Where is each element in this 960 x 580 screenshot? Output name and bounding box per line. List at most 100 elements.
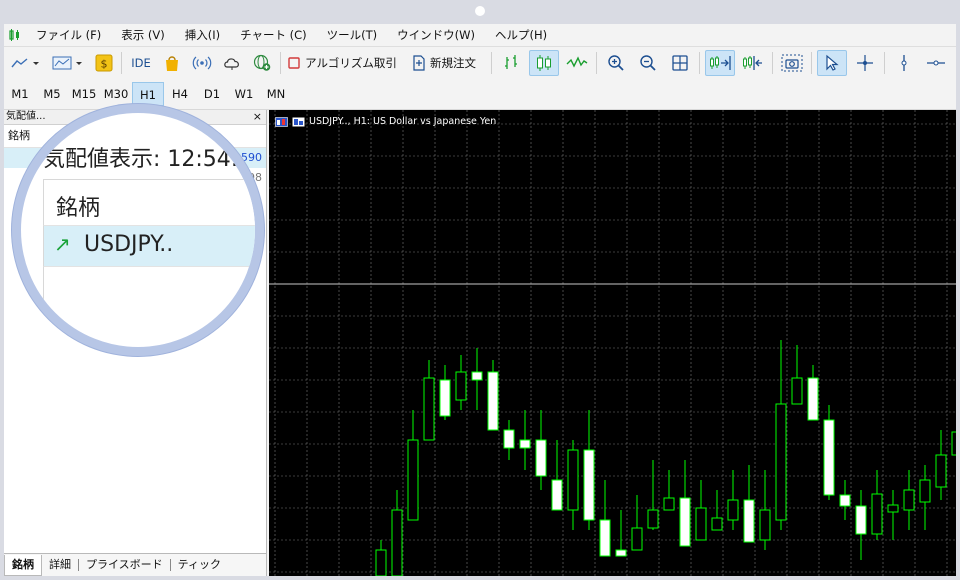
bearish-candle	[471, 371, 483, 381]
line-chart-button[interactable]	[563, 51, 591, 75]
bullish-candle	[391, 509, 403, 576]
bullish-candle	[775, 403, 787, 521]
crosshair-button[interactable]	[851, 51, 879, 75]
vertical-line-button[interactable]	[890, 51, 918, 75]
market-button[interactable]: $	[92, 51, 116, 75]
menu-insert[interactable]: 挿入(I)	[175, 24, 230, 46]
bearish-candle	[615, 549, 627, 557]
zoom-in-icon	[608, 55, 624, 71]
bullish-candle	[935, 454, 947, 488]
algo-trading-button[interactable]: アルゴリズム取引	[286, 51, 402, 75]
menu-chart[interactable]: チャート (C)	[230, 24, 317, 46]
tab-price-board[interactable]: プライスボード	[79, 555, 170, 575]
toolbar-separator	[280, 52, 281, 74]
algo-trading-label: アルゴリズム取引	[305, 56, 397, 70]
magnified-column-symbol: 銘柄	[56, 196, 101, 221]
bullish-candle	[455, 371, 467, 401]
signal-broadcast-icon	[192, 56, 212, 70]
chart-type-dropdown[interactable]	[6, 51, 44, 75]
line-chart-icon	[11, 58, 39, 68]
new-order-label: 新規注文	[430, 56, 476, 70]
magnified-symbol-name: USDJPY..	[84, 232, 174, 257]
menu-bar: ファイル (F) 表示 (V) 挿入(I) チャート (C) ツール(T) ウイ…	[4, 24, 956, 46]
chart-title-text: USDJPY.., H1: US Dollar vs Japanese Yen	[309, 116, 497, 127]
chart-window[interactable]: USDJPY.., H1: US Dollar vs Japanese Yen	[269, 110, 956, 576]
magnifier-callout: 気配値表示: 12:54:38 銘柄 ↗ USDJPY..	[12, 104, 264, 356]
bullish-candle	[375, 549, 387, 576]
bullish-candle	[711, 517, 723, 531]
chart-title: USDJPY.., H1: US Dollar vs Japanese Yen	[275, 116, 496, 127]
menu-window[interactable]: ウインドウ(W)	[387, 24, 485, 46]
community-button[interactable]	[249, 51, 275, 75]
dollar-icon: $	[95, 54, 113, 72]
magnified-empty-area	[43, 266, 255, 347]
grid-icon	[672, 55, 688, 71]
tab-symbols[interactable]: 銘柄	[4, 554, 42, 576]
candlestick-button[interactable]	[529, 50, 559, 76]
timeframe-m5[interactable]: M5	[36, 82, 68, 106]
bullish-candle	[407, 439, 419, 521]
ide-label: IDE	[131, 56, 151, 70]
bullish-candle	[903, 489, 915, 511]
chart-window-icon	[275, 116, 288, 127]
bearish-candle	[519, 439, 531, 449]
autoscroll-button[interactable]	[705, 50, 735, 76]
chart-shift-button[interactable]	[739, 51, 767, 75]
screenshot-button[interactable]	[778, 51, 806, 75]
timeframe-m30[interactable]: M30	[100, 82, 132, 106]
tile-windows-button[interactable]	[666, 51, 694, 75]
menu-view[interactable]: 表示 (V)	[111, 24, 175, 46]
bullish-candle	[759, 509, 771, 541]
bar-chart-button[interactable]	[497, 51, 525, 75]
ide-button[interactable]: IDE	[127, 51, 155, 75]
signals-button[interactable]	[189, 51, 215, 75]
menu-help[interactable]: ヘルプ(H)	[485, 24, 557, 46]
tab-ticks[interactable]: ティック	[171, 555, 228, 575]
cursor-button[interactable]	[817, 50, 847, 76]
timeframe-h1[interactable]: H1	[132, 82, 164, 106]
chart-shift-icon	[743, 56, 762, 70]
bearish-candle	[551, 479, 563, 511]
candlestick-icon	[537, 55, 551, 71]
svg-text:$: $	[101, 58, 108, 71]
menu-tools[interactable]: ツール(T)	[317, 24, 388, 46]
timeframe-h4[interactable]: H4	[164, 82, 196, 106]
timeframe-d1[interactable]: D1	[196, 82, 228, 106]
magnified-panel-title: 気配値表示: 12:54:38	[43, 147, 264, 172]
app-window: ファイル (F) 表示 (V) 挿入(I) チャート (C) ツール(T) ウイ…	[4, 24, 956, 576]
bearish-candle	[823, 419, 835, 496]
bearish-candle	[487, 371, 499, 431]
horizontal-line-icon	[927, 60, 945, 66]
bullish-candle	[663, 497, 675, 511]
bearish-candle	[535, 439, 547, 477]
bullish-candle	[791, 377, 803, 405]
horizontal-line-button[interactable]	[922, 51, 950, 75]
bearish-candle	[679, 497, 691, 547]
timeframe-m15[interactable]: M15	[68, 82, 100, 106]
bullish-candle	[871, 493, 883, 535]
bullish-candle	[695, 507, 707, 541]
templates-dropdown[interactable]	[48, 51, 88, 75]
toolbar-separator	[884, 52, 885, 74]
magnifier-content: 気配値表示: 12:54:38 銘柄 ↗ USDJPY..	[21, 113, 255, 347]
timeframe-w1[interactable]: W1	[228, 82, 260, 106]
timeframe-mn[interactable]: MN	[260, 82, 292, 106]
shop-button[interactable]	[159, 51, 185, 75]
bullish-candle	[727, 499, 739, 521]
cloud-icon	[224, 58, 239, 70]
market-watch-tabs: 銘柄 詳細 プライスボード ティック	[4, 553, 266, 576]
vertical-line-icon	[901, 55, 907, 71]
zoom-in-button[interactable]	[602, 51, 630, 75]
new-order-button[interactable]: 新規注文	[406, 51, 486, 75]
bullish-candle	[919, 479, 931, 503]
bearish-candle	[855, 505, 867, 535]
magnified-symbol-row: ↗ USDJPY..	[43, 225, 255, 266]
tab-details[interactable]: 詳細	[42, 555, 78, 575]
vps-button[interactable]	[219, 51, 245, 75]
template-icon	[52, 56, 82, 70]
timeframe-m1[interactable]: M1	[4, 82, 36, 106]
menu-file[interactable]: ファイル (F)	[26, 24, 111, 46]
toolbar-separator	[699, 52, 700, 74]
zoom-out-button[interactable]	[634, 51, 662, 75]
price-chart[interactable]	[269, 110, 956, 576]
